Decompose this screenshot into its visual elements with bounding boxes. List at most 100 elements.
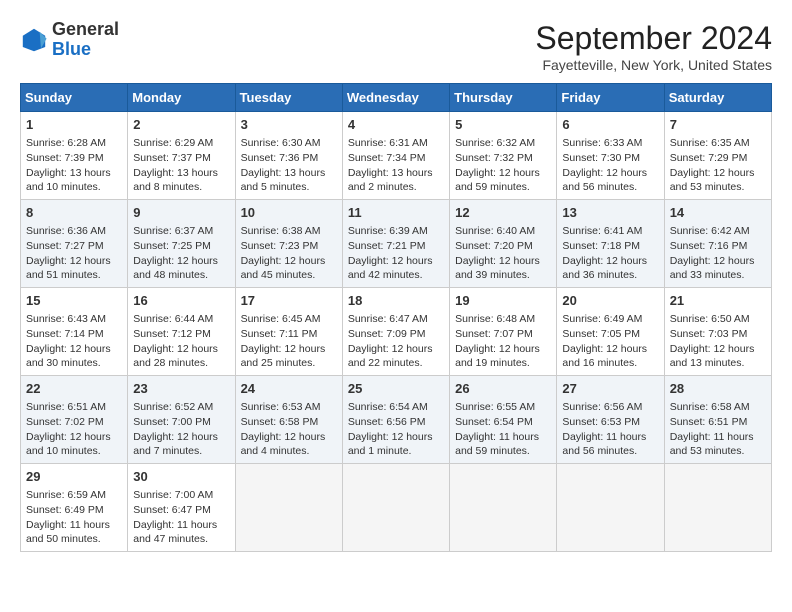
- day-number: 15: [26, 292, 122, 310]
- sunrise-text: Sunrise: 7:00 AM: [133, 488, 229, 503]
- sunrise-text: Sunrise: 6:40 AM: [455, 224, 551, 239]
- sunset-text: Sunset: 7:07 PM: [455, 327, 551, 342]
- sunset-text: Sunset: 7:02 PM: [26, 415, 122, 430]
- daylight-text: Daylight: 12 hours and 33 minutes.: [670, 254, 766, 283]
- daylight-text: Daylight: 12 hours and 7 minutes.: [133, 430, 229, 459]
- table-row: 4Sunrise: 6:31 AMSunset: 7:34 PMDaylight…: [342, 112, 449, 200]
- sunrise-text: Sunrise: 6:42 AM: [670, 224, 766, 239]
- sunset-text: Sunset: 7:11 PM: [241, 327, 337, 342]
- daylight-text: Daylight: 12 hours and 53 minutes.: [670, 166, 766, 195]
- daylight-text: Daylight: 12 hours and 51 minutes.: [26, 254, 122, 283]
- table-row: 15Sunrise: 6:43 AMSunset: 7:14 PMDayligh…: [21, 288, 128, 376]
- table-row: 8Sunrise: 6:36 AMSunset: 7:27 PMDaylight…: [21, 200, 128, 288]
- sunset-text: Sunset: 7:30 PM: [562, 151, 658, 166]
- sunset-text: Sunset: 7:14 PM: [26, 327, 122, 342]
- daylight-text: Daylight: 12 hours and 25 minutes.: [241, 342, 337, 371]
- sunset-text: Sunset: 7:32 PM: [455, 151, 551, 166]
- day-number: 24: [241, 380, 337, 398]
- table-row: 5Sunrise: 6:32 AMSunset: 7:32 PMDaylight…: [450, 112, 557, 200]
- col-sunday: Sunday: [21, 84, 128, 112]
- sunset-text: Sunset: 7:05 PM: [562, 327, 658, 342]
- sunrise-text: Sunrise: 6:43 AM: [26, 312, 122, 327]
- sunset-text: Sunset: 7:23 PM: [241, 239, 337, 254]
- day-number: 20: [562, 292, 658, 310]
- sunset-text: Sunset: 7:29 PM: [670, 151, 766, 166]
- day-number: 16: [133, 292, 229, 310]
- logo-text-line2: Blue: [52, 40, 119, 60]
- sunrise-text: Sunrise: 6:36 AM: [26, 224, 122, 239]
- col-friday: Friday: [557, 84, 664, 112]
- day-number: 7: [670, 116, 766, 134]
- logo-text-line1: General: [52, 20, 119, 40]
- sunrise-text: Sunrise: 6:35 AM: [670, 136, 766, 151]
- sunset-text: Sunset: 7:16 PM: [670, 239, 766, 254]
- sunset-text: Sunset: 6:49 PM: [26, 503, 122, 518]
- table-row: 13Sunrise: 6:41 AMSunset: 7:18 PMDayligh…: [557, 200, 664, 288]
- table-row: 7 Sunrise: 6:35 AMSunset: 7:29 PMDaylight…: [664, 112, 771, 200]
- sunset-text: Sunset: 7:03 PM: [670, 327, 766, 342]
- sunrise-text: Sunrise: 6:52 AM: [133, 400, 229, 415]
- day-number: 23: [133, 380, 229, 398]
- sunrise-text: Sunrise: 6:28 AM: [26, 136, 122, 151]
- day-number: 14: [670, 204, 766, 222]
- col-tuesday: Tuesday: [235, 84, 342, 112]
- sunrise-text: Sunrise: 6:54 AM: [348, 400, 444, 415]
- sunrise-text: Sunrise: 6:59 AM: [26, 488, 122, 503]
- daylight-text: Daylight: 13 hours and 8 minutes.: [133, 166, 229, 195]
- day-number: 9: [133, 204, 229, 222]
- table-row: 23Sunrise: 6:52 AMSunset: 7:00 PMDayligh…: [128, 376, 235, 464]
- sunrise-text: Sunrise: 6:31 AM: [348, 136, 444, 151]
- calendar-header-row: Sunday Monday Tuesday Wednesday Thursday…: [21, 84, 772, 112]
- table-row: 2Sunrise: 6:29 AMSunset: 7:37 PMDaylight…: [128, 112, 235, 200]
- table-row: 28 Sunrise: 6:58 AMSunset: 6:51 PMDayligh…: [664, 376, 771, 464]
- sunrise-text: Sunrise: 6:30 AM: [241, 136, 337, 151]
- sunrise-text: Sunrise: 6:29 AM: [133, 136, 229, 151]
- daylight-text: Daylight: 13 hours and 10 minutes.: [26, 166, 122, 195]
- table-row: 30Sunrise: 7:00 AMSunset: 6:47 PMDayligh…: [128, 464, 235, 552]
- day-number: 4: [348, 116, 444, 134]
- table-row: 19Sunrise: 6:48 AMSunset: 7:07 PMDayligh…: [450, 288, 557, 376]
- subtitle: Fayetteville, New York, United States: [535, 57, 772, 73]
- calendar-table: Sunday Monday Tuesday Wednesday Thursday…: [20, 83, 772, 552]
- table-row: [450, 464, 557, 552]
- day-number: 18: [348, 292, 444, 310]
- sunrise-text: Sunrise: 6:39 AM: [348, 224, 444, 239]
- table-row: 25Sunrise: 6:54 AMSunset: 6:56 PMDayligh…: [342, 376, 449, 464]
- daylight-text: Daylight: 12 hours and 59 minutes.: [455, 166, 551, 195]
- title-section: September 2024 Fayetteville, New York, U…: [535, 20, 772, 73]
- sunset-text: Sunset: 6:56 PM: [348, 415, 444, 430]
- calendar-week-row: 1Sunrise: 6:28 AMSunset: 7:39 PMDaylight…: [21, 112, 772, 200]
- day-number: 28: [670, 380, 766, 398]
- sunset-text: Sunset: 6:51 PM: [670, 415, 766, 430]
- sunrise-text: Sunrise: 6:38 AM: [241, 224, 337, 239]
- day-number: 30: [133, 468, 229, 486]
- daylight-text: Daylight: 11 hours and 47 minutes.: [133, 518, 229, 547]
- main-title: September 2024: [535, 20, 772, 57]
- table-row: 26Sunrise: 6:55 AMSunset: 6:54 PMDayligh…: [450, 376, 557, 464]
- daylight-text: Daylight: 13 hours and 5 minutes.: [241, 166, 337, 195]
- daylight-text: Daylight: 12 hours and 16 minutes.: [562, 342, 658, 371]
- day-number: 19: [455, 292, 551, 310]
- sunset-text: Sunset: 6:58 PM: [241, 415, 337, 430]
- daylight-text: Daylight: 11 hours and 53 minutes.: [670, 430, 766, 459]
- day-number: 2: [133, 116, 229, 134]
- sunrise-text: Sunrise: 6:41 AM: [562, 224, 658, 239]
- sunrise-text: Sunrise: 6:56 AM: [562, 400, 658, 415]
- sunrise-text: Sunrise: 6:47 AM: [348, 312, 444, 327]
- sunset-text: Sunset: 7:25 PM: [133, 239, 229, 254]
- day-number: 22: [26, 380, 122, 398]
- table-row: 6Sunrise: 6:33 AMSunset: 7:30 PMDaylight…: [557, 112, 664, 200]
- page-header: General Blue September 2024 Fayetteville…: [20, 20, 772, 73]
- table-row: [664, 464, 771, 552]
- table-row: 17Sunrise: 6:45 AMSunset: 7:11 PMDayligh…: [235, 288, 342, 376]
- sunset-text: Sunset: 7:36 PM: [241, 151, 337, 166]
- sunrise-text: Sunrise: 6:58 AM: [670, 400, 766, 415]
- day-number: 5: [455, 116, 551, 134]
- day-number: 1: [26, 116, 122, 134]
- sunrise-text: Sunrise: 6:51 AM: [26, 400, 122, 415]
- sunrise-text: Sunrise: 6:37 AM: [133, 224, 229, 239]
- table-row: 1Sunrise: 6:28 AMSunset: 7:39 PMDaylight…: [21, 112, 128, 200]
- table-row: 9Sunrise: 6:37 AMSunset: 7:25 PMDaylight…: [128, 200, 235, 288]
- logo: General Blue: [20, 20, 119, 60]
- sunrise-text: Sunrise: 6:33 AM: [562, 136, 658, 151]
